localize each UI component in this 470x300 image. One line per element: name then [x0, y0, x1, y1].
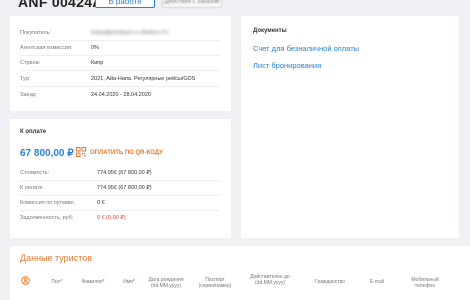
checkin-label: Заезд:: [20, 92, 37, 98]
documents-card: Документы Счет для безналичной оплаты Ли…: [241, 16, 459, 238]
status-button[interactable]: В работе: [95, 0, 155, 8]
divider: [20, 195, 220, 196]
order-info-card: Покупатель: tedya@pembyan.ru (Referro P.…: [10, 16, 231, 111]
country-row: Страна: Кипр: [20, 58, 230, 68]
tour-value: 2021, Айа-Напа. Регулярные рейсы/GDS: [91, 76, 196, 82]
divider: [20, 180, 220, 181]
debt-row: Задолженность, руб: 0 € (0,00 ₽): [20, 213, 230, 223]
commission-value: 0%: [91, 45, 99, 51]
order-actions-button[interactable]: Действия с заказом: [162, 0, 222, 8]
col-gender: Пол*: [51, 279, 63, 285]
debt-label: Задолженность, руб:: [20, 215, 74, 221]
documents-title: Документы: [253, 28, 287, 34]
col-surname: Фамилия*: [81, 279, 105, 285]
divider: [20, 210, 220, 211]
checkin-value: 24.04.2020 - 28.04.2020: [91, 92, 151, 98]
cost-row: Стоимость: 774.95€ (67 800,00 ₽): [20, 168, 230, 178]
qr-code-icon[interactable]: [76, 147, 86, 157]
tour-label: Тур:: [20, 76, 31, 82]
payment-title: К оплате: [20, 129, 47, 135]
col-citizenship: Гражданство: [315, 279, 345, 285]
payment-amount: 67 800,00 ₽: [20, 148, 74, 159]
to-pay-label: К оплате:: [20, 185, 44, 191]
col-name: Имя*: [123, 279, 135, 285]
cost-value: 774.95€ (67 800,00 ₽): [97, 170, 152, 176]
divider: [20, 86, 220, 87]
buyer-row: Покупатель: tedya@pembyan.ru (Referro P.…: [20, 28, 230, 38]
add-tourist-icon[interactable]: [21, 276, 30, 285]
col-birth-date: Дата рождения (dd.MM.yyyy): [148, 277, 184, 289]
divider: [20, 55, 220, 56]
tour-row: Тур: 2021, Айа-Напа. Регулярные рейсы/GD…: [20, 74, 230, 84]
country-value: Кипр: [91, 60, 104, 66]
tour-commission-row: Комиссия по путевке: 0 €: [20, 198, 230, 208]
buyer-value: tedya@pembyan.ru (Referro P.): [91, 30, 169, 36]
tourists-card: Данные туристов Пол* Фамилия* Имя* Дата …: [10, 246, 470, 300]
col-valid-until: Действителен до (dd.MM.yyyy): [250, 274, 290, 286]
tourists-title: Данные туристов: [20, 253, 92, 263]
payment-card: К оплате 67 800,00 ₽ ОПЛАТИТЬ ПО QR-КОДУ…: [10, 119, 231, 238]
checkin-row: Заезд: 24.04.2020 - 28.04.2020: [20, 90, 230, 100]
col-email: E-mail: [369, 279, 385, 285]
commission-label: Агентская комиссия:: [20, 45, 73, 51]
cost-label: Стоимость:: [20, 170, 50, 176]
to-pay-value: 774.95€ (67 800,00 ₽): [97, 185, 152, 191]
invoice-link[interactable]: Счет для безналичной оплаты: [253, 44, 359, 53]
col-phone: Мобильный телефон: [411, 277, 439, 289]
country-label: Страна:: [20, 60, 41, 66]
to-pay-row: К оплате: 774.95€ (67 800,00 ₽): [20, 183, 230, 193]
debt-value: 0 € (0,00 ₽): [97, 215, 126, 221]
tour-commission-label: Комиссия по путевке:: [20, 200, 75, 206]
buyer-label: Покупатель:: [20, 30, 52, 36]
commission-row: Агентская комиссия: 0%: [20, 43, 230, 53]
order-header: ANF 00424A0 В работе Действия с заказом: [0, 0, 470, 10]
tour-commission-value: 0 €: [97, 200, 105, 206]
divider: [20, 70, 220, 71]
pay-by-qr-button[interactable]: ОПЛАТИТЬ ПО QR-КОДУ: [90, 150, 163, 156]
booking-sheet-link[interactable]: Лист бронирования: [253, 61, 321, 70]
col-passport: Паспорт (серия/номер): [198, 277, 232, 289]
divider: [20, 40, 220, 41]
